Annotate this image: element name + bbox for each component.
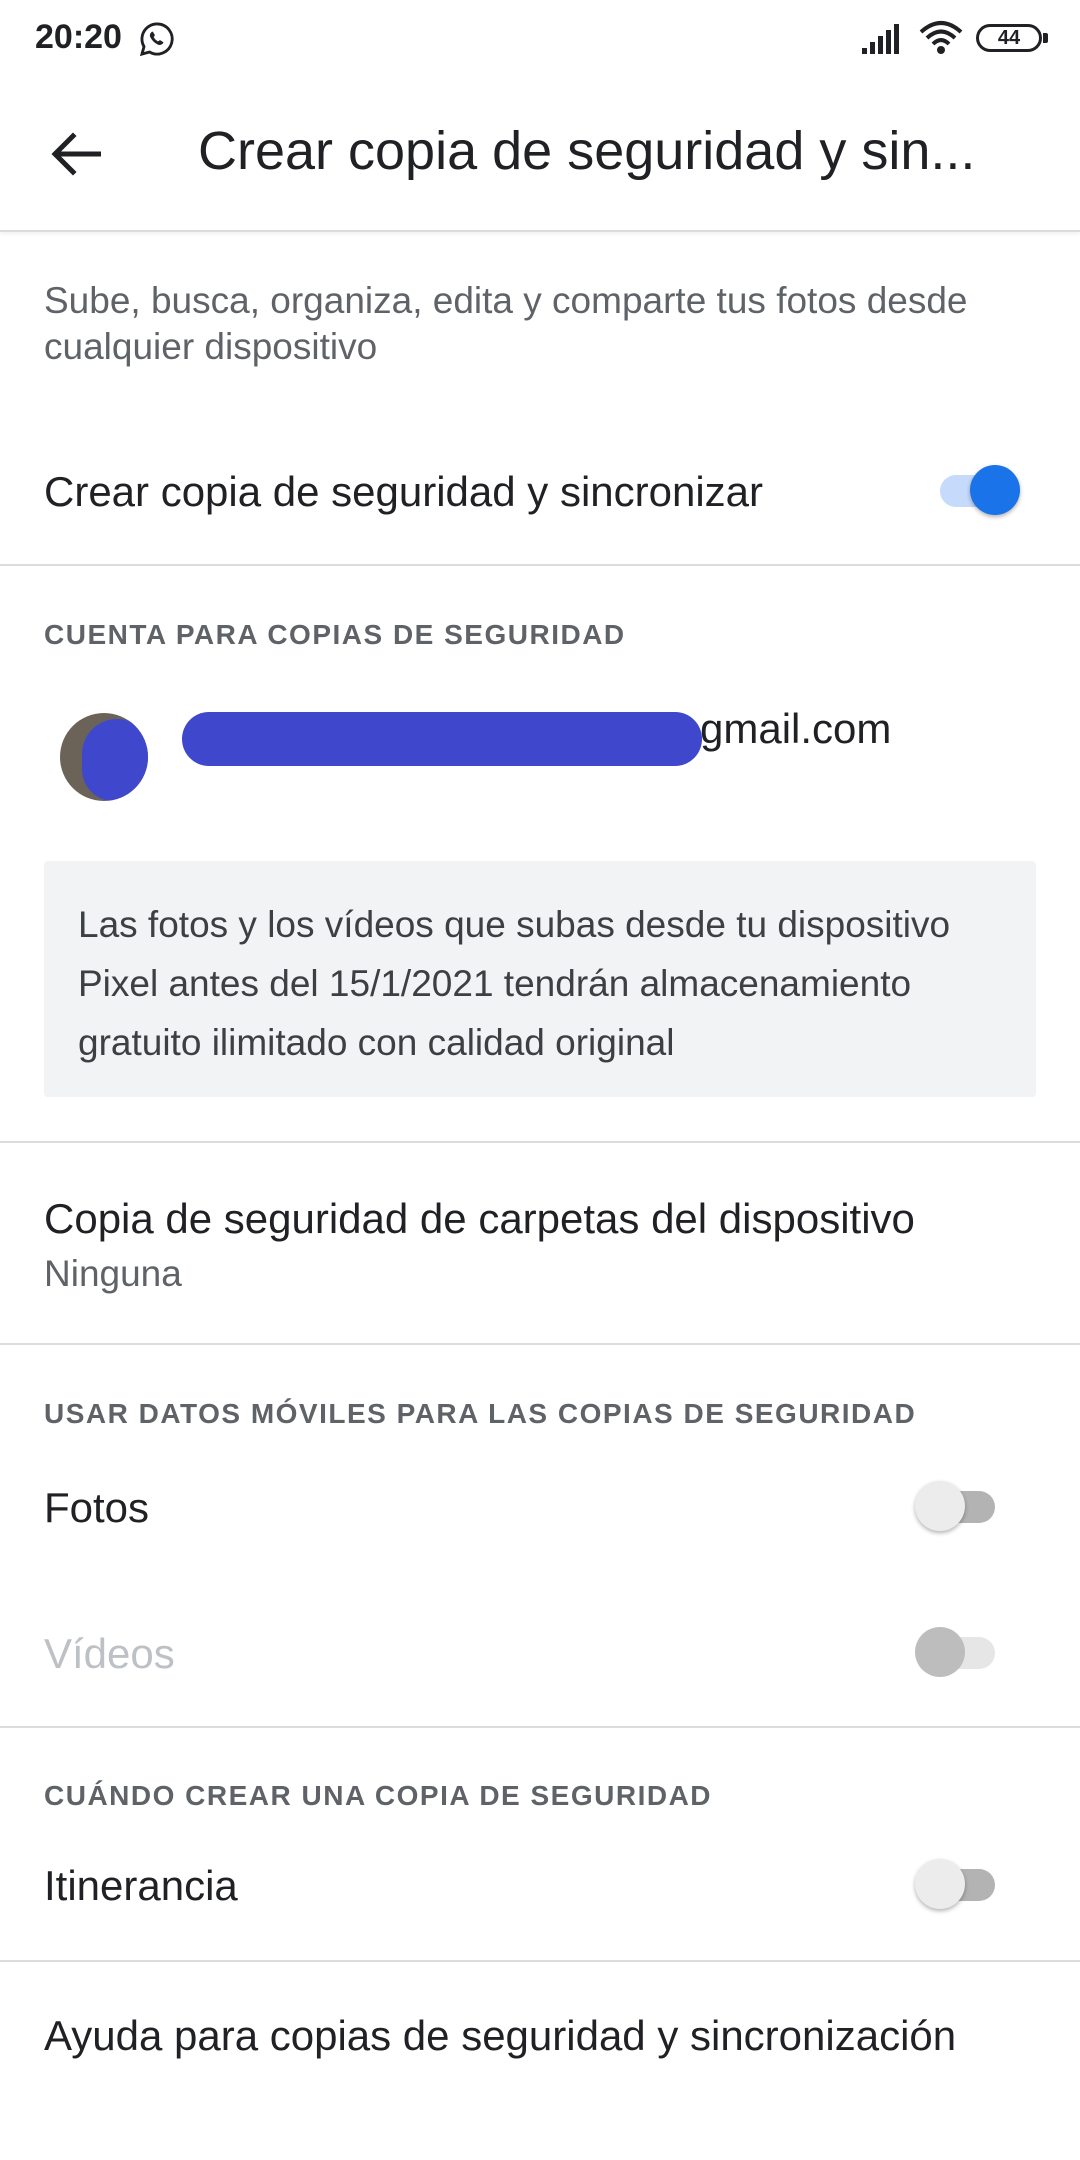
back-button[interactable] <box>40 122 112 186</box>
account-section-header: CUENTA PARA COPIAS DE SEGURIDAD <box>44 619 626 650</box>
help-row[interactable]: Ayuda para copias de seguridad y sincron… <box>0 1962 1080 2112</box>
device-folders-value: Ninguna <box>44 1253 182 1294</box>
device-folders-row[interactable]: Copia de seguridad de carpetas del dispo… <box>0 1143 1080 1343</box>
roaming-toggle[interactable] <box>915 1854 1005 1914</box>
backup-sync-row[interactable]: Crear copia de seguridad y sincronizar <box>0 450 1080 564</box>
photos-row[interactable]: Fotos <box>0 1460 1080 1600</box>
photos-label: Fotos <box>44 1484 150 1531</box>
roaming-label: Itinerancia <box>44 1862 238 1909</box>
divider <box>0 1343 1080 1345</box>
roaming-row[interactable]: Itinerancia <box>0 1842 1080 1960</box>
videos-row: Vídeos <box>0 1600 1080 1726</box>
photos-toggle[interactable] <box>915 1476 1005 1536</box>
divider <box>0 564 1080 566</box>
help-label: Ayuda para copias de seguridad y sincron… <box>44 2012 957 2059</box>
battery-icon: 44 <box>976 24 1042 52</box>
description-text: Sube, busca, organiza, edita y comparte … <box>44 280 968 367</box>
mobile-data-section-header: USAR DATOS MÓVILES PARA LAS COPIAS DE SE… <box>44 1398 917 1429</box>
status-bar: 20:20 44 <box>0 0 1080 78</box>
avatar-redaction <box>82 719 148 801</box>
videos-toggle <box>915 1622 1005 1682</box>
backup-sync-label: Crear copia de seguridad y sincronizar <box>44 468 764 515</box>
when-section-header: CUÁNDO CREAR UNA COPIA DE SEGURIDAD <box>44 1780 713 1811</box>
wifi-icon <box>919 21 963 54</box>
divider <box>0 1726 1080 1728</box>
arrow-back-icon <box>51 132 101 176</box>
videos-label: Vídeos <box>44 1630 175 1677</box>
storage-info-text: Las fotos y los vídeos que subas desde t… <box>78 904 951 1063</box>
status-time: 20:20 <box>35 18 122 56</box>
toggle-thumb <box>915 1627 965 1677</box>
storage-info-box: Las fotos y los vídeos que subas desde t… <box>44 861 1036 1097</box>
whatsapp-icon <box>139 22 174 57</box>
app-bar: Crear copia de seguridad y sin... <box>0 78 1080 232</box>
toggle-thumb <box>970 465 1020 515</box>
toggle-thumb <box>915 1481 965 1531</box>
battery-level: 44 <box>997 27 1021 49</box>
page-title: Crear copia de seguridad y sin... <box>198 121 976 181</box>
device-folders-label: Copia de seguridad de carpetas del dispo… <box>44 1195 915 1242</box>
toggle-thumb <box>915 1859 965 1909</box>
backup-sync-toggle[interactable] <box>930 460 1020 520</box>
email-redaction <box>182 712 702 766</box>
account-email: gmail.com <box>700 705 892 752</box>
battery-tip <box>1043 33 1048 43</box>
avatar[interactable] <box>60 713 148 801</box>
signal-icon <box>862 24 899 54</box>
